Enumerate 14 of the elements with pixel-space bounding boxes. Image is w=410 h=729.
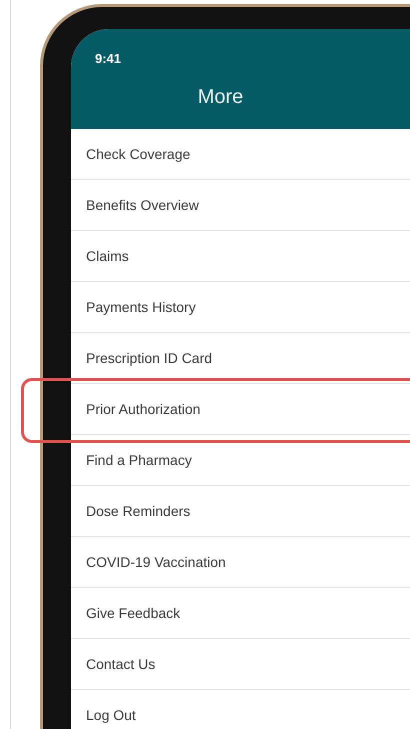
menu-item[interactable]: Payments History	[71, 282, 410, 333]
menu-item[interactable]: Log Out	[71, 690, 410, 729]
menu-item[interactable]: Dose Reminders	[71, 486, 410, 537]
menu-item[interactable]: Find a Pharmacy	[71, 435, 410, 486]
menu-item[interactable]: Prescription ID Card	[71, 333, 410, 384]
status-time: 9:41	[95, 51, 122, 66]
menu-item[interactable]: Prior Authorization	[71, 384, 410, 435]
screen-title: More	[198, 86, 244, 109]
menu-item[interactable]: Benefits Overview	[71, 180, 410, 231]
menu-item[interactable]: COVID-19 Vaccination	[71, 537, 410, 588]
menu-item[interactable]: Claims	[71, 231, 410, 282]
menu-item[interactable]: Contact Us	[71, 639, 410, 690]
menu-item[interactable]: Give Feedback	[71, 588, 410, 639]
menu-item[interactable]: Check Coverage	[71, 129, 410, 180]
